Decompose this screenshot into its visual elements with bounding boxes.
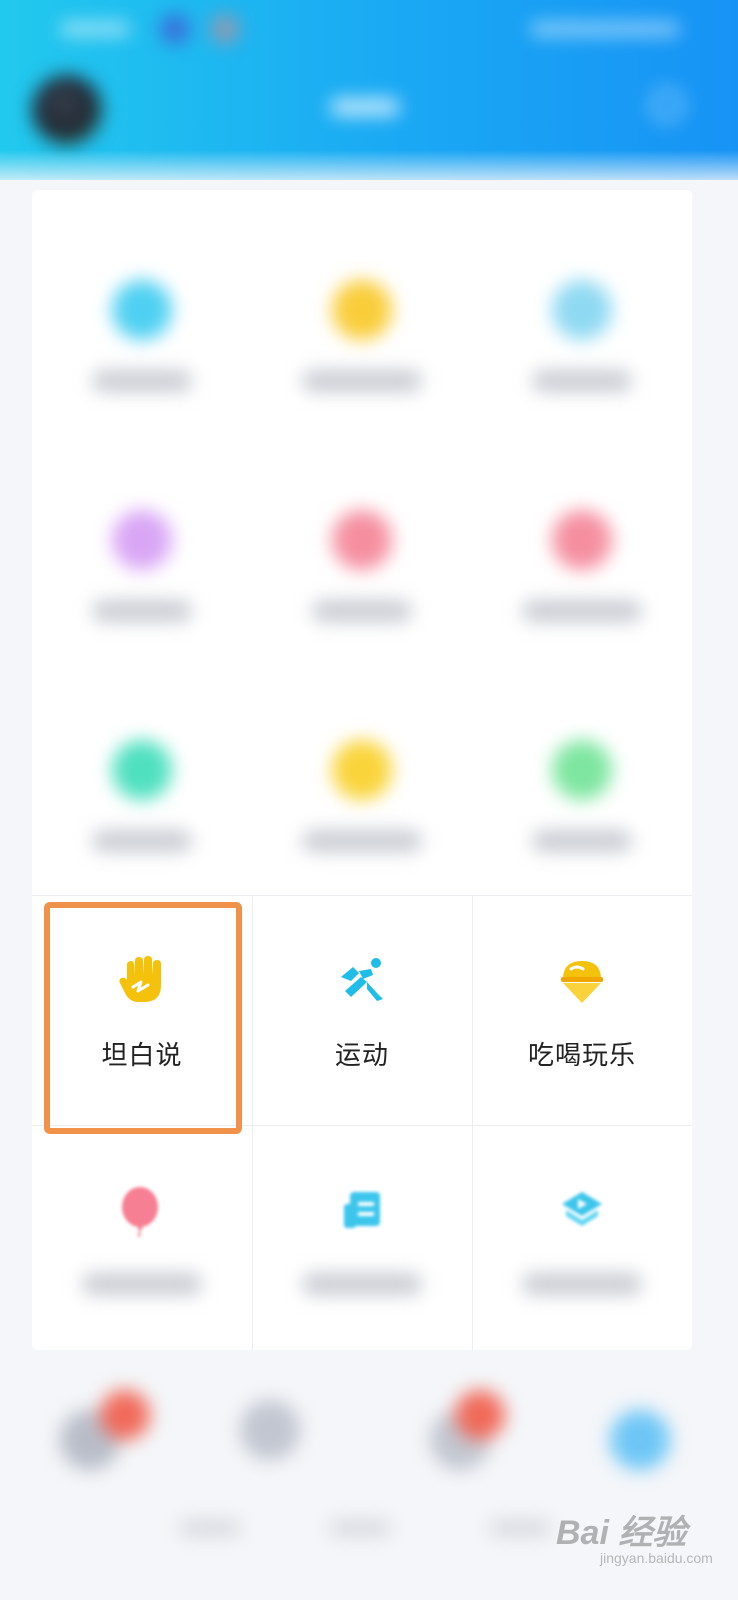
feature-panel: 坦白说 运动 吃喝玩乐 <box>32 190 692 1350</box>
status-app-icon <box>160 14 190 44</box>
feature-chihewanle[interactable]: 吃喝玩乐 <box>472 895 692 1125</box>
feature-label-placeholder <box>92 830 192 852</box>
feature-cell[interactable] <box>252 220 472 450</box>
feature-label: 运动 <box>334 1040 389 1070</box>
feature-label-placeholder <box>302 1273 422 1295</box>
tab-label-placeholder <box>180 1520 240 1536</box>
feature-icon <box>552 280 612 340</box>
feature-icon <box>332 510 392 570</box>
feature-label-placeholder <box>302 830 422 852</box>
feature-cell[interactable] <box>472 1125 692 1355</box>
feature-label-placeholder <box>92 370 192 392</box>
feature-cell[interactable] <box>32 680 252 910</box>
feature-label-placeholder <box>312 600 412 622</box>
feature-label-placeholder <box>532 370 632 392</box>
feature-cell[interactable] <box>252 450 472 680</box>
highlight-box <box>44 902 242 1134</box>
tab-label-placeholder <box>490 1520 550 1536</box>
feature-cell[interactable] <box>32 450 252 680</box>
feature-label-placeholder <box>522 1273 642 1295</box>
feature-cell[interactable] <box>252 1125 472 1355</box>
watermark-url: jingyan.baidu.com <box>600 1550 713 1566</box>
feature-cell[interactable] <box>472 450 692 680</box>
baidu-jingyan-watermark: Bai 经验 <box>556 1514 687 1552</box>
feature-label: 吃喝玩乐 <box>527 1040 636 1070</box>
news-icon <box>342 1190 382 1230</box>
running-person-icon <box>337 955 387 1005</box>
feature-cell[interactable] <box>32 220 252 450</box>
status-time-placeholder <box>60 22 130 36</box>
notification-badge <box>455 1390 505 1440</box>
notification-badge <box>100 1390 150 1440</box>
tab-label-placeholder <box>330 1520 390 1536</box>
video-course-icon <box>560 1190 604 1230</box>
avatar[interactable] <box>32 75 102 145</box>
feature-label-placeholder <box>532 830 632 852</box>
feature-icon <box>112 740 172 800</box>
status-indicators <box>530 22 680 36</box>
feature-icon <box>112 280 172 340</box>
settings-icon[interactable] <box>650 88 684 122</box>
feature-cell[interactable] <box>32 1125 252 1355</box>
feature-cell[interactable] <box>252 680 472 910</box>
feature-icon <box>552 510 612 570</box>
status-app-icon <box>210 14 240 44</box>
page-title <box>330 98 400 116</box>
header-fade <box>0 150 738 190</box>
feature-cell[interactable] <box>472 220 692 450</box>
feature-icon <box>552 740 612 800</box>
feature-icon <box>112 510 172 570</box>
feature-icon <box>332 280 392 340</box>
feature-label-placeholder <box>82 1273 202 1295</box>
tab-icon[interactable] <box>610 1410 670 1470</box>
balloon-icon <box>120 1187 160 1238</box>
feature-label-placeholder <box>302 370 422 392</box>
feature-cell[interactable] <box>472 680 692 910</box>
feature-label-placeholder <box>522 600 642 622</box>
feature-icon <box>332 740 392 800</box>
tab-icon[interactable] <box>240 1400 300 1460</box>
feature-yundong[interactable]: 运动 <box>252 895 472 1125</box>
ice-cream-icon <box>557 955 607 1005</box>
feature-label-placeholder <box>92 600 192 622</box>
